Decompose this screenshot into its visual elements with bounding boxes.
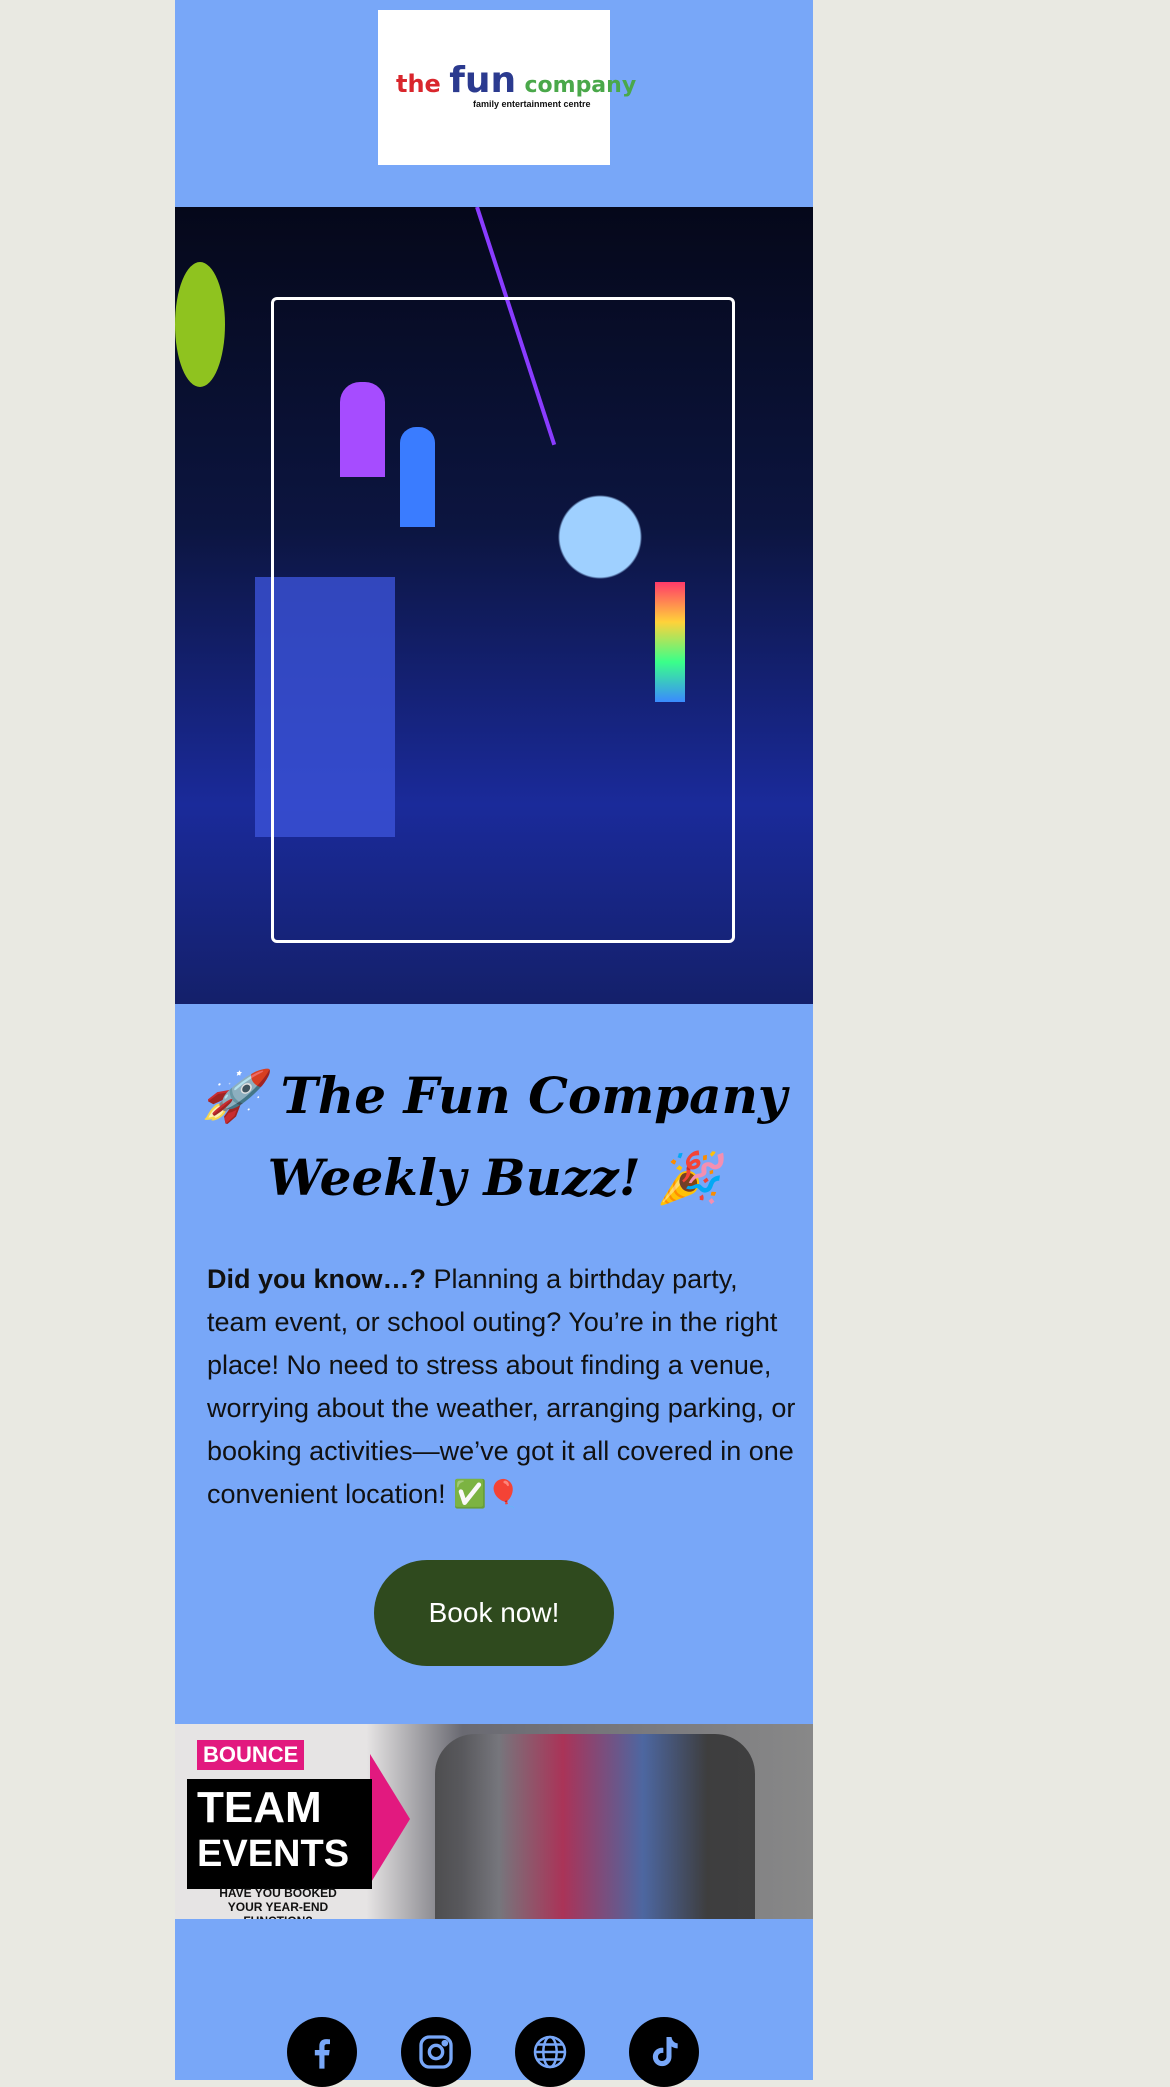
bounce-logo: BOUNCE — [197, 1740, 305, 1770]
tiktok-icon[interactable] — [629, 2017, 699, 2087]
fun-company-logo[interactable]: the fun company family entertainment cen… — [378, 10, 636, 165]
globe-icon[interactable] — [515, 2017, 585, 2087]
headline: 🚀 The Fun Company Weekly Buzz! 🎉 — [175, 1055, 813, 1219]
email-column: the fun company family entertainment cen… — [175, 0, 813, 2087]
intro-lead: Did you know…? — [207, 1264, 426, 1294]
headline-line-2: Weekly Buzz! 🎉 — [267, 1148, 721, 1207]
headline-line-1: 🚀 The Fun Company — [201, 1066, 787, 1125]
intro-paragraph: Did you know…? Planning a birthday party… — [207, 1258, 797, 1516]
team-events-banner[interactable]: BOUNCE TEAM EVENTS HAVE YOU BOOKED YOUR Y… — [175, 1724, 813, 1919]
wall-decoration — [175, 262, 225, 387]
group-photo — [435, 1734, 755, 1919]
logo-word-the: the — [396, 70, 441, 98]
banner-title-line-2: EVENTS — [197, 1833, 350, 1875]
facebook-icon[interactable] — [287, 2017, 357, 2087]
banner-title-line-1: TEAM — [197, 1783, 322, 1832]
hero-image[interactable] — [175, 207, 813, 1004]
banner-arrow — [370, 1754, 410, 1884]
image-frame-overlay — [271, 297, 735, 943]
intro-text: Planning a birthday party, team event, o… — [207, 1264, 796, 1509]
instagram-icon[interactable] — [401, 2017, 471, 2087]
logo-word-fun: fun — [449, 60, 517, 101]
logo-wordmark: the fun company — [396, 60, 636, 101]
logo-word-company: company — [524, 73, 637, 98]
banner-question: HAVE YOU BOOKED YOUR YEAR-END FUNCTION? — [219, 1886, 337, 1919]
banner-title: TEAM EVENTS — [187, 1779, 372, 1889]
logo-tagline: family entertainment centre — [473, 99, 591, 109]
book-now-button[interactable]: Book now! — [374, 1560, 614, 1666]
